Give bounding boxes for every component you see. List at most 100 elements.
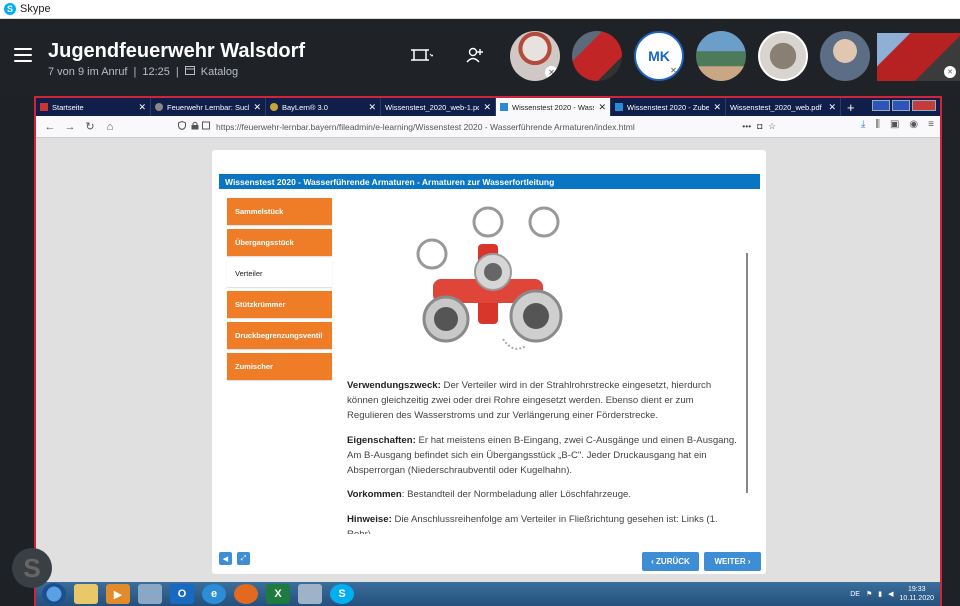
lesson-header: Wissenstest 2020 - Wasserführende Armatu… <box>219 174 760 189</box>
section-eigenschaften: Eigenschaften: Er hat meistens einen B-E… <box>347 435 737 476</box>
browser-tab[interactable]: Wissenstest_2020_web-1.pdf ✕ <box>381 98 496 116</box>
browser-tab[interactable]: Wissenstest 2020 - Zube ✕ <box>611 98 726 116</box>
lesson-side-menu: Sammelstück Übergangsstück Verteiler Stü… <box>227 198 332 384</box>
home-icon[interactable]: ⌂ <box>100 121 120 133</box>
chevron-right-icon: › <box>745 557 751 566</box>
library-icon[interactable]: ⫼ <box>875 119 880 130</box>
mic-muted-icon: ✕ <box>545 66 558 79</box>
verteiler-image <box>416 206 563 350</box>
close-tab-icon[interactable]: ✕ <box>483 102 491 113</box>
close-tab-icon[interactable]: ✕ <box>253 102 261 113</box>
mic-muted-icon: ✕ <box>944 66 956 78</box>
browser-tab[interactable]: BayLern® 3.0 ✕ <box>266 98 381 116</box>
language-indicator[interactable]: DE <box>850 591 860 598</box>
url-text: https://feuerwehr-lernbar.bayern/fileadm… <box>216 121 635 132</box>
close-tab-icon[interactable]: ✕ <box>368 102 376 113</box>
excel-icon[interactable]: X <box>266 584 290 604</box>
participant-avatar[interactable] <box>572 31 622 81</box>
window-controls <box>872 100 936 111</box>
browser-navbar: ← → ↻ ⌂ https://feuerwehr-lernbar.bayern… <box>36 116 940 138</box>
catalog-icon <box>184 66 195 78</box>
page-favicon-icon <box>615 103 623 111</box>
clock[interactable]: 19:33 10.11.2020 <box>899 585 934 603</box>
outlook-icon[interactable]: O <box>170 584 194 604</box>
back-button[interactable]: ‹ ZURÜCK <box>642 552 699 571</box>
forward-arrow-icon[interactable]: → <box>60 121 80 133</box>
network-icon[interactable] <box>138 584 162 604</box>
tray-network-icon[interactable]: ▮ <box>878 590 882 598</box>
menu-icon[interactable] <box>14 48 32 62</box>
close-tab-icon[interactable]: ✕ <box>828 102 836 113</box>
menu-item-verteiler[interactable]: Verteiler <box>227 260 332 287</box>
tray-volume-icon[interactable]: ◀ <box>888 590 893 598</box>
skype-titlebar: S Skype <box>0 0 960 19</box>
menu-item-zumischer[interactable]: Zumischer <box>227 353 332 380</box>
audio-icon[interactable]: ◀ <box>219 552 232 565</box>
menu-item-stuetzkruemmer[interactable]: Stützkrümmer <box>227 291 332 318</box>
url-bar[interactable]: https://feuerwehr-lernbar.bayern/fileadm… <box>178 118 776 135</box>
call-title: Jugendfeuerwehr Walsdorf <box>48 40 306 62</box>
sidebar-icon[interactable]: ▣ <box>890 119 899 130</box>
system-tray: DE ⚑ ▮ ◀ 19:33 10.11.2020 <box>850 585 934 603</box>
next-button[interactable]: WEITER › <box>704 552 761 571</box>
participant-avatar[interactable] <box>696 31 746 81</box>
site-info-icon <box>202 121 210 132</box>
baylern-favicon-icon <box>270 103 278 111</box>
app-menu-icon[interactable]: ≡ <box>928 119 934 130</box>
new-tab-button[interactable]: + <box>841 98 861 116</box>
skype-logo-icon: S <box>4 3 16 15</box>
menu-item-druckbegrenzungsventil[interactable]: Druckbegrenzungsventil <box>227 322 332 349</box>
skype-taskbar-icon[interactable]: S <box>330 584 354 604</box>
call-duration: 12:25 <box>142 66 170 78</box>
shield-icon <box>178 120 186 132</box>
fullscreen-icon[interactable]: ⤢ <box>237 552 250 565</box>
section-vorkommen: Vorkommen: Bestandteil der Normbeladung … <box>347 489 632 500</box>
participant-avatar[interactable] <box>820 31 870 81</box>
pocket-icon[interactable]: ◘ <box>757 121 762 132</box>
flag-favicon-icon <box>40 103 48 111</box>
menu-item-sammelstueck[interactable]: Sammelstück <box>227 198 332 225</box>
tray-flag-icon[interactable]: ⚑ <box>866 590 872 598</box>
account-icon[interactable]: ◉ <box>909 119 918 130</box>
document-icon[interactable] <box>298 584 322 604</box>
participant-avatar[interactable] <box>758 31 808 81</box>
call-header: Jugendfeuerwehr Walsdorf 7 von 9 im Anru… <box>0 19 960 96</box>
content-scrollbar[interactable] <box>746 253 748 493</box>
url-actions: ••• ◘ ☆ <box>742 121 776 132</box>
lesson-content[interactable]: Verwendungszweck: Der Verteiler wird in … <box>334 198 750 534</box>
browser-tab[interactable]: Feuerwehr Lernbar: Suche ✕ <box>151 98 266 116</box>
browser-tab[interactable]: Wissenstest_2020_web.pdf ✕ <box>726 98 841 116</box>
bookmark-star-icon[interactable]: ☆ <box>768 121 776 132</box>
browser-tab[interactable]: Startseite ✕ <box>36 98 151 116</box>
participant-avatar[interactable]: ✕ <box>510 31 560 81</box>
menu-item-uebergangsstueck[interactable]: Übergangsstück <box>227 229 332 256</box>
close-tab-icon[interactable]: ✕ <box>713 102 721 113</box>
catalog-label: Katalog <box>200 66 239 78</box>
close-tab-icon[interactable]: ✕ <box>138 102 146 113</box>
close-window-button[interactable] <box>912 100 936 111</box>
lesson-page: Wissenstest 2020 - Wasserführende Armatu… <box>212 150 766 574</box>
start-button[interactable] <box>42 583 66 605</box>
close-tab-icon[interactable]: ✕ <box>598 102 606 113</box>
page-actions-icon[interactable]: ••• <box>742 121 751 132</box>
participant-video-tile[interactable]: ✕ <box>877 33 960 81</box>
screen-share-icon[interactable] <box>411 47 435 68</box>
media-player-icon[interactable]: ▶ <box>106 584 130 604</box>
download-icon[interactable]: ⤓ <box>861 119 865 130</box>
app-title: Skype <box>20 3 51 15</box>
participant-avatar-initials[interactable]: MK ✕ <box>634 31 684 81</box>
minimize-button[interactable] <box>872 100 890 111</box>
reload-icon[interactable]: ↻ <box>80 120 100 133</box>
section-verwendungszweck: Verwendungszweck: Der Verteiler wird in … <box>347 380 712 421</box>
windows-taskbar: ▶ O e X S DE ⚑ ▮ ◀ 19:33 10.11.2020 <box>36 582 940 606</box>
maximize-button[interactable] <box>892 100 910 111</box>
explorer-icon[interactable] <box>74 584 98 604</box>
browser-tab-bar: Startseite ✕ Feuerwehr Lernbar: Suche ✕ Ba… <box>36 98 940 116</box>
separator: | <box>133 66 137 78</box>
mic-muted-icon: ✕ <box>667 64 680 77</box>
add-participant-icon[interactable] <box>466 47 484 68</box>
internet-explorer-icon[interactable]: e <box>202 584 226 604</box>
back-arrow-icon[interactable]: ← <box>40 121 60 133</box>
firefox-icon[interactable] <box>234 584 258 604</box>
browser-tab-active[interactable]: Wissenstest 2020 - Wass ✕ <box>496 98 611 116</box>
